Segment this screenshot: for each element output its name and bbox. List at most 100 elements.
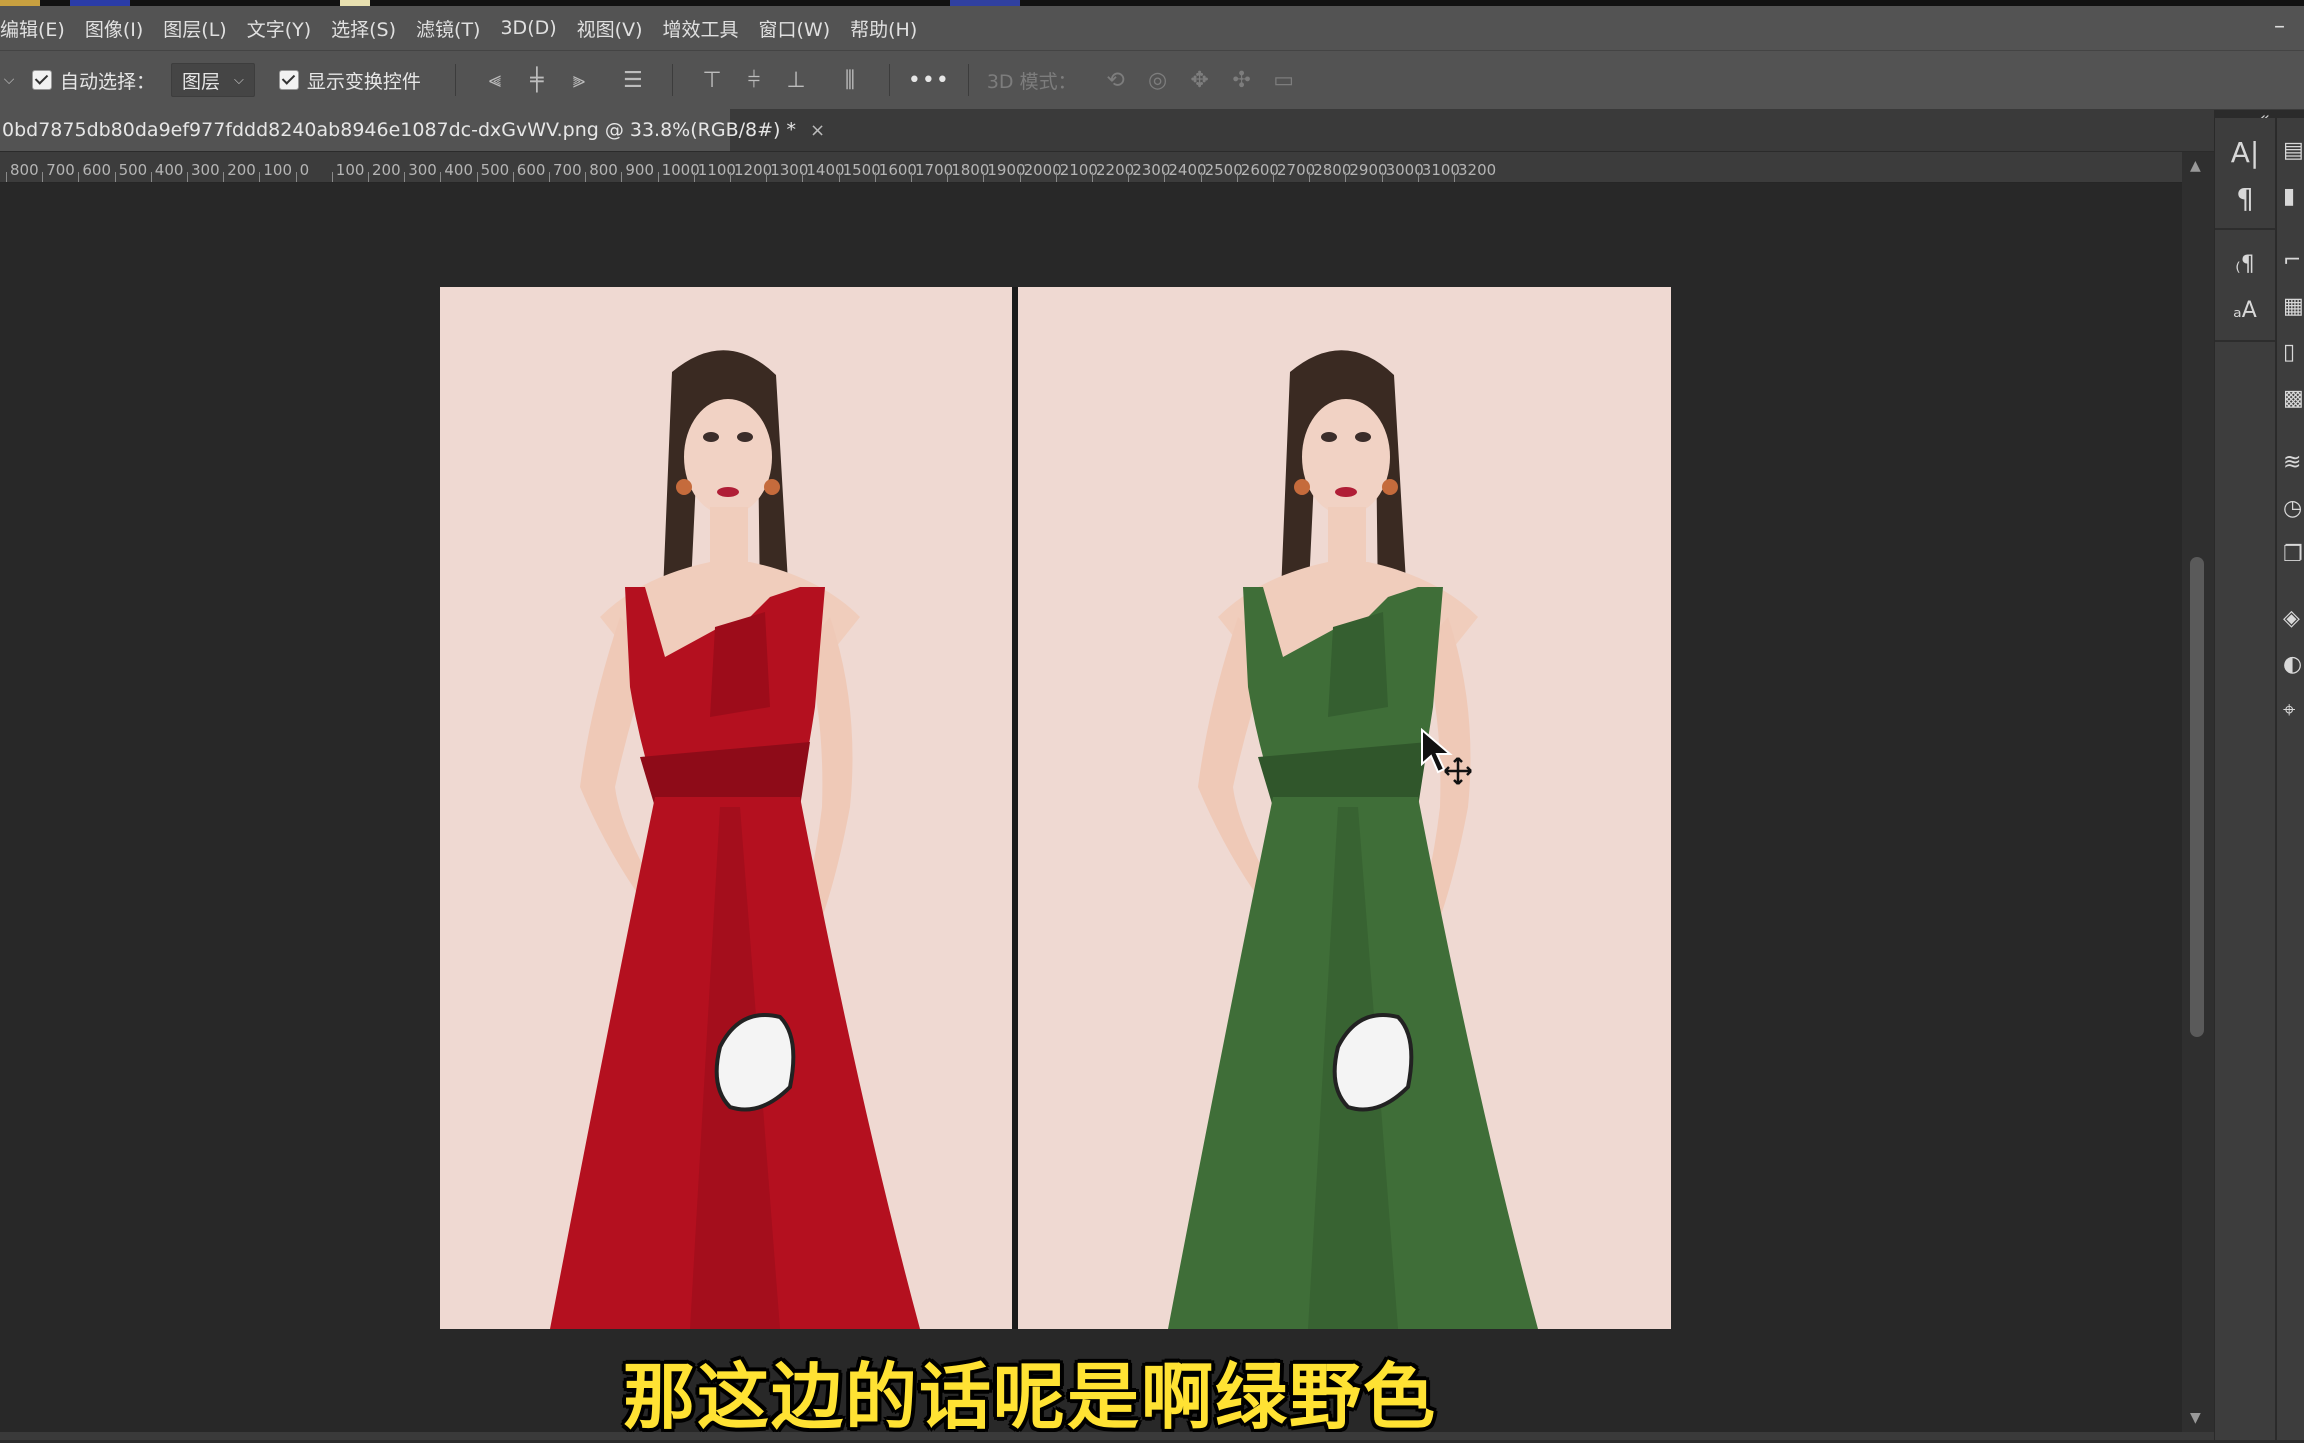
close-icon[interactable]: ×: [810, 120, 825, 141]
minimize-icon[interactable]: –: [2274, 14, 2296, 39]
ruler-mark: [476, 172, 478, 182]
menu-item[interactable]: 选择(S): [331, 15, 406, 42]
ruler-label: 400: [444, 161, 474, 179]
menu-item[interactable]: 视图(V): [577, 15, 653, 42]
model-red-dress-illustration: [440, 287, 1012, 1329]
history-panel-icon[interactable]: ◷: [2277, 486, 2304, 532]
ruler-mark: [874, 172, 876, 182]
ruler-mark: [983, 172, 985, 182]
paragraph-styles-button[interactable]: ₍¶: [2215, 242, 2275, 288]
3d-mode-label: 3D 模式：: [986, 70, 1077, 93]
ruler-label: 700: [46, 161, 75, 179]
3d-roll-icon[interactable]: ◎: [1137, 59, 1179, 101]
ruler-mark: [911, 172, 912, 182]
panel-group-text: A| ¶: [2215, 130, 2275, 230]
align-left-icon[interactable]: ⫷: [474, 59, 516, 101]
character-panel-button[interactable]: A|: [2215, 130, 2275, 176]
layers-stack-icon[interactable]: ◈: [2277, 596, 2304, 642]
menu-item[interactable]: 3D(D): [500, 17, 566, 39]
horizontal-ruler: 800 700 600 500 400 300 200 100 0 100 200 300 400 500…: [0, 152, 2196, 183]
scrollbar-thumb[interactable]: [2190, 557, 2204, 1037]
document-tab-bar: 0bd7875db80da9ef977fddd8240ab8946e1087dc…: [0, 109, 2214, 151]
auto-select-label: 自动选择：: [60, 70, 156, 93]
ruler-mark: [1417, 172, 1419, 182]
ruler-label: 500: [480, 161, 510, 179]
distribute-horizontal-icon[interactable]: ⫼: [829, 59, 871, 101]
vertical-scrollbar[interactable]: ▲ ▼: [2182, 152, 2214, 1432]
ruler-label: 800: [589, 161, 618, 179]
align-top-icon[interactable]: ⊤: [691, 59, 733, 101]
ruler-mark: [150, 172, 152, 182]
chevron-down-icon: ⌵: [234, 72, 244, 88]
ruler-mark: [1164, 172, 1166, 182]
ruler-label: 700: [553, 161, 582, 179]
ruler-mark: [1273, 172, 1274, 182]
brush-panel-icon[interactable]: ⌐: [2277, 238, 2304, 284]
3d-slide-icon[interactable]: ✣: [1221, 59, 1263, 101]
ruler-mark: [331, 172, 333, 182]
3d-pan-icon[interactable]: ✥: [1179, 59, 1221, 101]
scroll-up-icon[interactable]: ▲: [2190, 158, 2201, 174]
right-panel-dock-2: ▤ ▮ ⌐ ▦ ▯ ▩ ≋ ◷ ❐ ◈ ◐ ⌖: [2276, 118, 2304, 1440]
ruler-mark: [657, 172, 659, 182]
menu-item[interactable]: 滤镜(T): [416, 15, 490, 42]
3d-camera-icon[interactable]: ▭: [1263, 59, 1305, 101]
ruler-mark: [1128, 172, 1130, 182]
ruler-mark: [368, 172, 369, 182]
auto-select-value: 图层: [182, 70, 221, 93]
menu-item[interactable]: 图像(I): [85, 15, 153, 42]
align-vertical-center-icon[interactable]: ⫩: [733, 59, 775, 101]
model-green-dress-illustration: [1018, 287, 1671, 1329]
menu-item[interactable]: 编辑(E): [0, 15, 75, 42]
green-dress-photo: [1018, 287, 1671, 1329]
ruler-label: 800: [10, 161, 39, 179]
character-styles-button[interactable]: ₐA: [2215, 288, 2275, 334]
ruler-label: 0: [299, 161, 310, 179]
adjustments-panel-icon[interactable]: ≋: [2277, 440, 2304, 486]
layers-panel-icon[interactable]: ▤: [2277, 128, 2304, 174]
more-options-button[interactable]: •••: [908, 68, 950, 93]
ruler-label: 100: [335, 161, 365, 179]
3d-rotate-icon[interactable]: ⟲: [1095, 59, 1137, 101]
menu-item[interactable]: 增效工具: [662, 15, 748, 42]
auto-select-checkbox[interactable]: [32, 70, 52, 90]
menu-item[interactable]: 帮助(H): [850, 15, 927, 42]
align-right-icon[interactable]: ⫸: [558, 59, 600, 101]
menu-item[interactable]: 文字(Y): [247, 15, 321, 42]
divider: [671, 64, 673, 96]
tool-preset-chevron-icon[interactable]: ⌵: [0, 59, 18, 101]
ruler-mark: [766, 172, 768, 182]
swatches-panel-icon[interactable]: ▦: [2277, 284, 2304, 330]
auto-select-dropdown[interactable]: 图层 ⌵: [171, 63, 255, 97]
paragraph-panel-button[interactable]: ¶: [2215, 176, 2275, 222]
comment-panel-icon[interactable]: ▮: [2277, 174, 2304, 220]
ruler-label: 3200: [1458, 161, 1497, 179]
ruler-mark: [404, 172, 406, 182]
status-bar: [0, 1432, 2214, 1440]
ruler-label: 900: [625, 161, 655, 179]
menu-item[interactable]: 窗口(W): [759, 15, 841, 42]
ruler-label: 500: [118, 161, 148, 179]
align-bottom-icon[interactable]: ⊥: [775, 59, 817, 101]
distribute-vertical-icon[interactable]: ☰: [612, 59, 654, 101]
divider: [454, 64, 456, 96]
fill-panel-icon[interactable]: ◐: [2277, 642, 2304, 688]
canvas-area[interactable]: [0, 183, 2182, 1432]
document-tab[interactable]: 0bd7875db80da9ef977fddd8240ab8946e1087dc…: [0, 109, 825, 151]
scroll-down-icon[interactable]: ▼: [2190, 1410, 2201, 1426]
libraries-panel-icon[interactable]: ▩: [2277, 376, 2304, 422]
ruler-label: 600: [516, 161, 546, 179]
align-horizontal-center-icon[interactable]: ╪: [516, 59, 558, 101]
properties-panel-icon[interactable]: ▯: [2277, 330, 2304, 376]
ruler-mark: [802, 172, 804, 182]
show-transform-checkbox[interactable]: [278, 70, 299, 90]
ruler-mark: [1309, 172, 1311, 182]
divider: [888, 64, 890, 96]
ruler-label: 400: [154, 161, 184, 179]
show-transform-label: 显示变换控件: [306, 70, 421, 93]
ruler-mark: [693, 172, 695, 182]
channels-panel-icon[interactable]: ❐: [2277, 532, 2304, 578]
paths-panel-icon[interactable]: ⌖: [2277, 688, 2304, 734]
ruler-mark: [621, 172, 623, 182]
menu-item[interactable]: 图层(L): [163, 15, 236, 42]
